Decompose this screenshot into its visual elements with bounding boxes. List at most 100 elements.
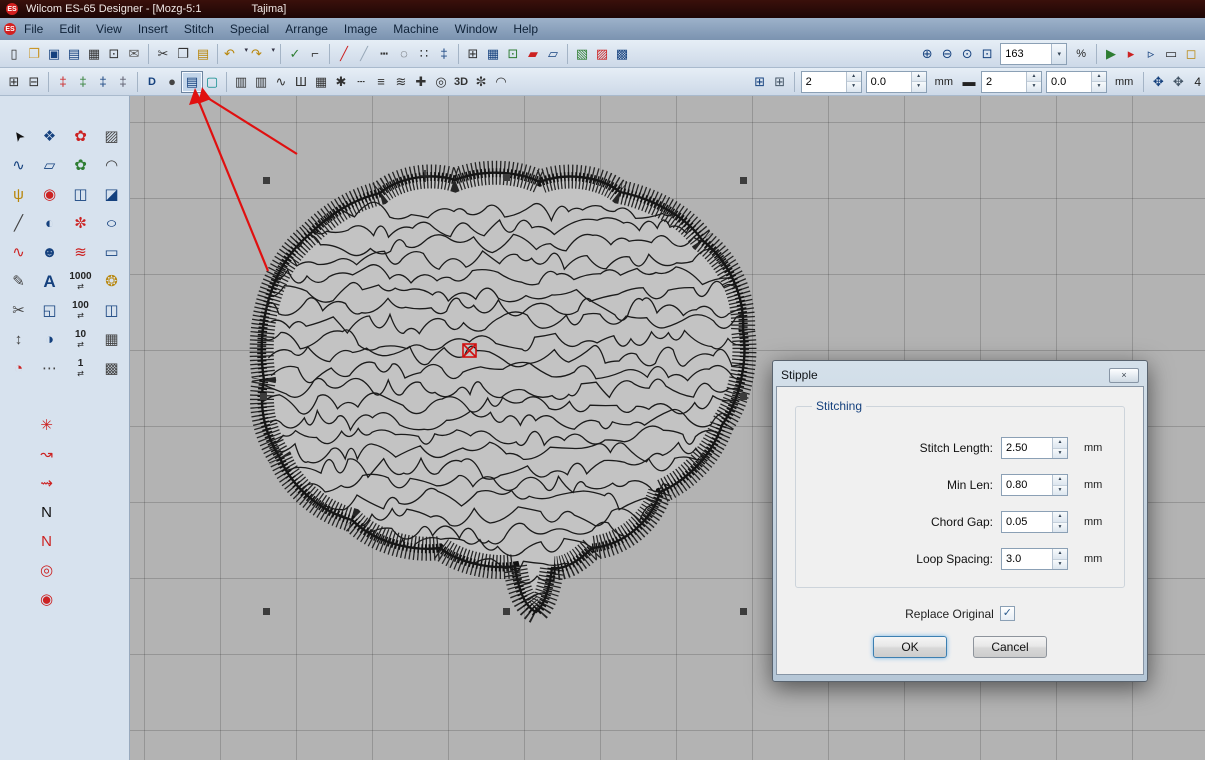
dotted-view-icon[interactable]: ┅: [374, 44, 394, 64]
spin-up-button[interactable]: ▲: [1092, 72, 1106, 83]
spin-up-button[interactable]: ▲: [1053, 475, 1067, 486]
pattern-alt-tool-icon[interactable]: ▩: [96, 354, 127, 383]
measure-tool-icon[interactable]: ↕: [3, 325, 34, 354]
hatch-fill-tool-icon[interactable]: ▨: [96, 122, 127, 151]
spin-down-button[interactable]: ▼: [1027, 82, 1041, 92]
back-stitch-icon[interactable]: ≋: [391, 72, 411, 92]
spin-down-button[interactable]: ▼: [912, 82, 926, 92]
outline-view-icon[interactable]: ◌: [394, 44, 414, 64]
mirror-tool-icon[interactable]: ◪: [96, 180, 127, 209]
auto-spacing-icon[interactable]: ⊞: [750, 72, 770, 92]
ok-button[interactable]: OK: [873, 636, 947, 658]
globe-tool-icon[interactable]: ◐: [34, 209, 65, 238]
design-properties-icon[interactable]: ▭: [1161, 44, 1181, 64]
repeat-input[interactable]: [982, 72, 1026, 92]
hoop-toggle-icon[interactable]: ◻: [1181, 44, 1201, 64]
zoom-level-input[interactable]: [1001, 48, 1051, 60]
spin-up-button[interactable]: ▲: [1053, 438, 1067, 449]
save-as-icon[interactable]: ▤: [64, 44, 84, 64]
paste-icon[interactable]: ▤: [193, 44, 213, 64]
needle-blue-icon[interactable]: ‡: [93, 72, 113, 92]
polygon-tool-icon[interactable]: ▱: [34, 151, 65, 180]
color-wheel-icon[interactable]: ▧: [572, 44, 592, 64]
menu-special[interactable]: Special: [222, 20, 277, 38]
stitch-player-icon[interactable]: ▹: [1141, 44, 1161, 64]
snap-grid-icon[interactable]: ⊞: [4, 72, 24, 92]
offset-a-input[interactable]: [867, 72, 911, 92]
menu-window[interactable]: Window: [447, 20, 506, 38]
run-contour-tool-icon[interactable]: ≋: [65, 238, 96, 267]
rectangle-tool-icon[interactable]: ▭: [96, 238, 127, 267]
menu-insert[interactable]: Insert: [130, 20, 176, 38]
selection-handle[interactable]: [503, 608, 510, 615]
pattern-fill-tool-icon[interactable]: ▦: [96, 325, 127, 354]
print-color-icon[interactable]: ▶: [1101, 44, 1121, 64]
min-len-input[interactable]: [1002, 475, 1052, 495]
photo-tool-icon[interactable]: ☻: [34, 238, 65, 267]
spin-down-button[interactable]: ▼: [1053, 560, 1067, 570]
lettering-tool-icon[interactable]: A: [34, 267, 65, 296]
column-tool-icon[interactable]: ◫: [96, 296, 127, 325]
print-preview-icon[interactable]: ⊡: [104, 44, 124, 64]
zoom-out-icon[interactable]: ⊖: [937, 44, 957, 64]
loop-spacing-input[interactable]: [1002, 549, 1052, 569]
selection-handle[interactable]: [503, 174, 510, 181]
stipple-outline-icon[interactable]: ▢: [202, 72, 222, 92]
satin-wide-stitch-icon[interactable]: ▥: [251, 72, 271, 92]
spin-down-button[interactable]: ▼: [1053, 523, 1067, 533]
cancel-button[interactable]: Cancel: [973, 636, 1047, 658]
grid-toggle-icon[interactable]: ⊞: [463, 44, 483, 64]
spin-up-button[interactable]: ▲: [1053, 549, 1067, 560]
globe-alt-tool-icon[interactable]: ◑: [34, 325, 65, 354]
contour-stitch-icon[interactable]: ◎: [431, 72, 451, 92]
chord-gap-input[interactable]: [1002, 512, 1052, 532]
spin-up-button[interactable]: ▲: [912, 72, 926, 83]
dialog-title-bar[interactable]: Stipple ×: [776, 364, 1144, 386]
freehand-tool-icon[interactable]: ✎: [3, 267, 34, 296]
fixed-spacing-icon[interactable]: ⊞: [770, 72, 790, 92]
spin-up-button[interactable]: ▲: [1027, 72, 1041, 83]
target-motif-icon[interactable]: ◎: [31, 556, 62, 585]
flower-green-tool-icon[interactable]: ✿: [65, 151, 96, 180]
print-icon[interactable]: ▦: [84, 44, 104, 64]
density-100-label[interactable]: 100⇄: [65, 296, 96, 325]
selection-handle[interactable]: [260, 393, 267, 400]
zoom-to-fit-icon[interactable]: ⊡: [977, 44, 997, 64]
send-to-machine-icon[interactable]: ▸: [1121, 44, 1141, 64]
sculpture-run-icon[interactable]: ✼: [471, 72, 491, 92]
menu-help[interactable]: Help: [505, 20, 546, 38]
snap-guides-icon[interactable]: ⊟: [24, 72, 44, 92]
stipple-fill-icon[interactable]: ▤: [182, 72, 202, 92]
motif-wave-icon[interactable]: ↝: [31, 440, 62, 469]
connectors-view-icon[interactable]: ‡: [434, 44, 454, 64]
stitch-view-red-icon[interactable]: ╱: [334, 44, 354, 64]
menu-edit[interactable]: Edit: [51, 20, 88, 38]
density-1000-label[interactable]: 1000⇄: [65, 267, 96, 296]
needle-points-view-icon[interactable]: ∷: [414, 44, 434, 64]
dotted-run-tool-icon[interactable]: ⋯: [34, 354, 65, 383]
auto-digitize-icon[interactable]: ✓: [285, 44, 305, 64]
curve-n-black-icon[interactable]: N: [31, 498, 62, 527]
zoom-box-icon[interactable]: ✥: [1168, 72, 1188, 92]
reshape-tool-icon[interactable]: ❖: [34, 122, 65, 151]
spin-down-button[interactable]: ▼: [1053, 486, 1067, 496]
thread-palette-icon[interactable]: ▱: [543, 44, 563, 64]
motif-run-tool-icon[interactable]: ❂: [96, 267, 127, 296]
color-film-icon[interactable]: ▰: [523, 44, 543, 64]
ellipse-tool-icon[interactable]: ○: [91, 209, 133, 238]
motif-chain-icon[interactable]: ⇝: [31, 469, 62, 498]
close-icon[interactable]: ×: [1109, 368, 1139, 383]
background-settings-icon[interactable]: ▨: [592, 44, 612, 64]
cut-icon[interactable]: ✂: [153, 44, 173, 64]
touch-up-icon[interactable]: ⌐: [305, 44, 325, 64]
selection-handle[interactable]: [740, 177, 747, 184]
copy-icon[interactable]: ❐: [173, 44, 193, 64]
menu-app-icon[interactable]: ES: [4, 23, 16, 35]
threeD-effect-icon[interactable]: 3D: [451, 72, 471, 92]
needle-red-icon[interactable]: ‡: [53, 72, 73, 92]
spin-down-button[interactable]: ▼: [847, 82, 861, 92]
scissors-tool-icon[interactable]: ✂: [3, 296, 34, 325]
design-table-icon[interactable]: ▦: [483, 44, 503, 64]
export-email-icon[interactable]: ✉: [124, 44, 144, 64]
filled-circle-icon[interactable]: ●: [162, 72, 182, 92]
